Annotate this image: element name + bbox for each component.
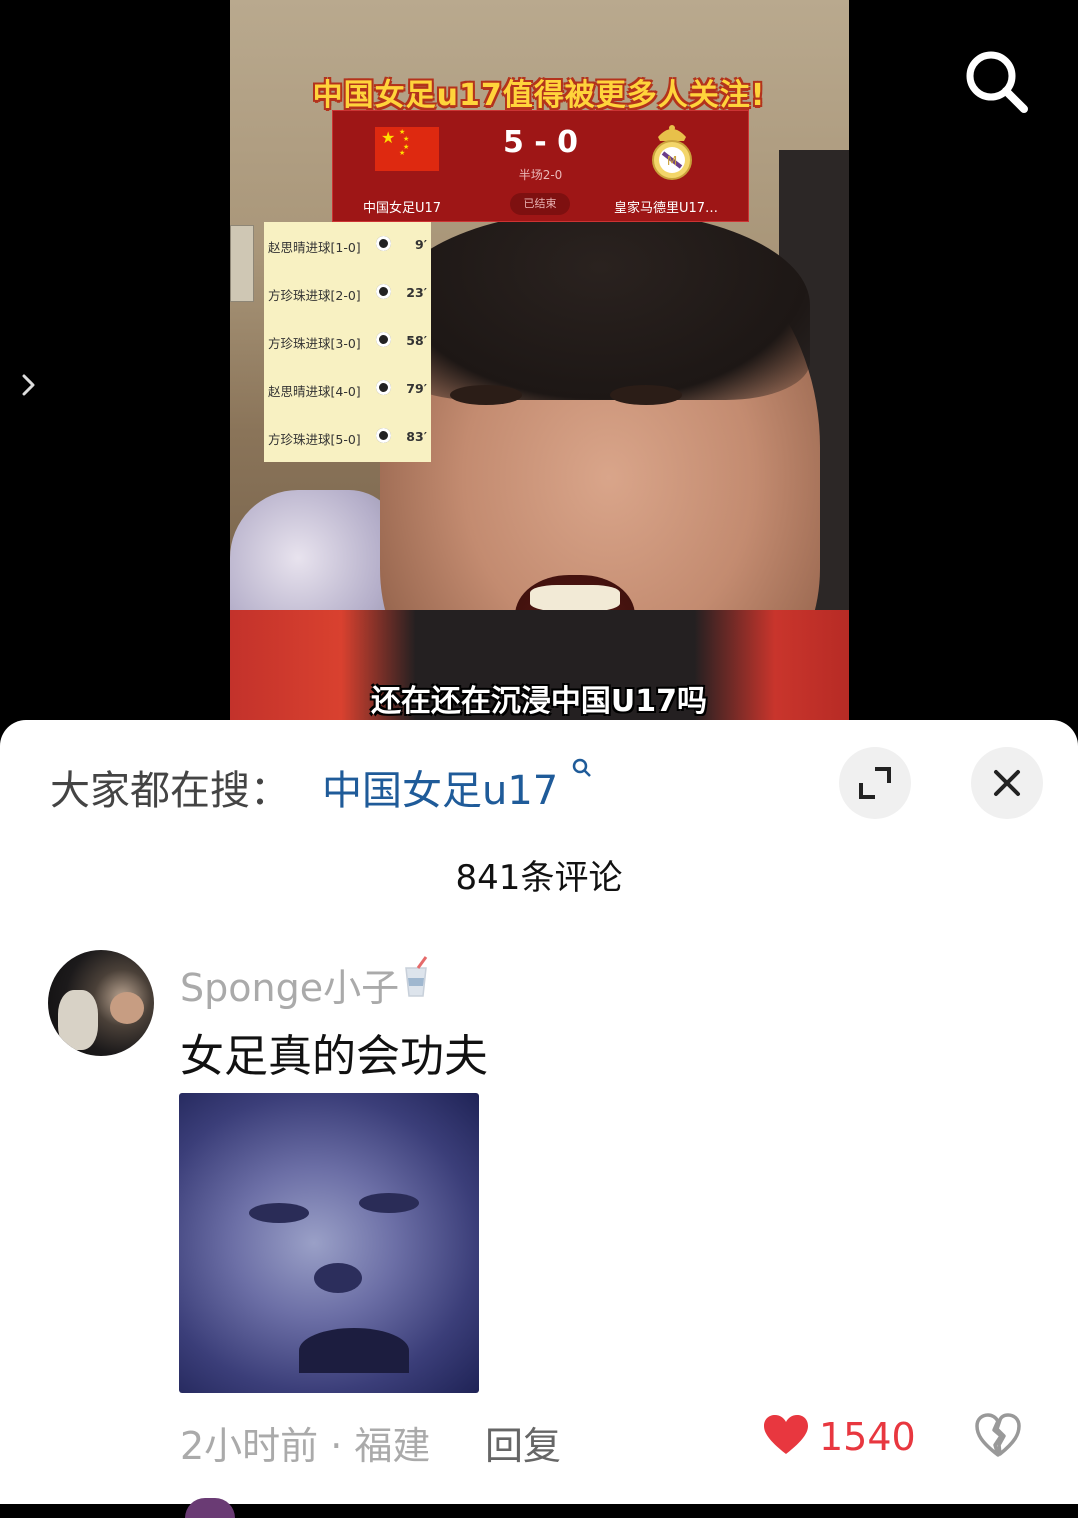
person-teeth (530, 585, 620, 611)
soccer-ball-icon (376, 284, 391, 299)
next-comment-avatar[interactable] (185, 1498, 235, 1518)
soccer-ball-icon (376, 236, 391, 251)
sticker-nose (314, 1263, 362, 1293)
goal-item: 方珍珠进球[5-0] 83′ (264, 414, 431, 462)
goal-minute: 79′ (406, 381, 427, 396)
cup-icon (405, 956, 428, 997)
svg-text:M: M (667, 154, 677, 168)
comments-panel: 大家都在搜： 中国女足u17 841条评论 Sponge小子 女足真的会功夫 2… (0, 720, 1078, 1518)
video-subtitle: 还在还在沉浸中国U17吗 (370, 684, 708, 719)
search-small-icon (570, 756, 594, 786)
expand-icon (859, 767, 891, 799)
person-eye (610, 385, 682, 405)
wall-panel (230, 225, 254, 302)
goal-minute: 9′ (415, 237, 427, 252)
heart-icon[interactable] (763, 1414, 809, 1456)
video-player[interactable]: 中国女足u17值得被更多人关注! ★ ★ ★ ★ ★ 5 - 0 半场2-0 M… (0, 0, 1078, 720)
real-madrid-crest-icon: M (652, 125, 692, 180)
soccer-ball-icon (376, 380, 391, 395)
away-team-name: 皇家马德里U17… (614, 201, 719, 216)
goal-text: 赵思晴进球[4-0] (268, 384, 361, 399)
sticker-eye (359, 1193, 419, 1213)
goal-text: 方珍珠进球[2-0] (268, 288, 361, 303)
home-team-name: 中国女足U17 (363, 201, 442, 216)
goal-text: 方珍珠进球[3-0] (268, 336, 361, 351)
goal-list: 赵思晴进球[1-0] 9′ 方珍珠进球[2-0] 23′ 方珍珠进球[3-0] … (264, 222, 431, 462)
scoreboard: ★ ★ ★ ★ ★ 5 - 0 半场2-0 M 中国女足U17 已结束 皇家马德… (332, 110, 749, 222)
like-count: 1540 (819, 1415, 916, 1459)
comment-time-location: 2小时前 · 福建 (180, 1424, 431, 1468)
soccer-ball-icon (376, 332, 391, 347)
comment-sticker-image[interactable] (179, 1093, 479, 1393)
goal-text: 方珍珠进球[5-0] (268, 432, 361, 447)
chevron-right-icon[interactable] (16, 368, 42, 402)
expand-button[interactable] (839, 747, 911, 819)
goal-minute: 83′ (406, 429, 427, 444)
close-button[interactable] (971, 747, 1043, 819)
avatar-detail (58, 990, 98, 1050)
goal-item: 赵思晴进球[4-0] 79′ (264, 366, 431, 414)
goal-item: 方珍珠进球[3-0] 58′ (264, 318, 431, 366)
reply-button[interactable]: 回复 (485, 1415, 561, 1470)
comment-count: 841条评论 (455, 858, 623, 898)
soccer-ball-icon (376, 428, 391, 443)
goal-item: 赵思晴进球[1-0] 9′ (264, 222, 431, 270)
match-status-badge: 已结束 (510, 193, 570, 215)
sticker-mouth (299, 1328, 409, 1373)
close-icon (994, 770, 1020, 796)
goal-minute: 23′ (406, 285, 427, 300)
goal-text: 赵思晴进球[1-0] (268, 240, 361, 255)
hot-search-link[interactable]: 中国女足u17 (322, 758, 558, 816)
search-icon[interactable] (960, 45, 1032, 117)
video-headline: 中国女足u17值得被更多人关注! (312, 78, 766, 113)
avatar[interactable] (48, 950, 154, 1056)
person-eye (450, 385, 522, 405)
sticker-eye (249, 1203, 309, 1223)
avatar-detail (110, 992, 144, 1024)
goal-item: 方珍珠进球[2-0] 23′ (264, 270, 431, 318)
hot-search-label: 大家都在搜： (50, 768, 290, 814)
broken-heart-icon[interactable] (974, 1412, 1022, 1458)
comment-username[interactable]: Sponge小子 (180, 957, 399, 1012)
comment-text: 女足真的会功夫 (180, 1031, 488, 1082)
person-hair (390, 210, 810, 400)
goal-minute: 58′ (406, 333, 427, 348)
